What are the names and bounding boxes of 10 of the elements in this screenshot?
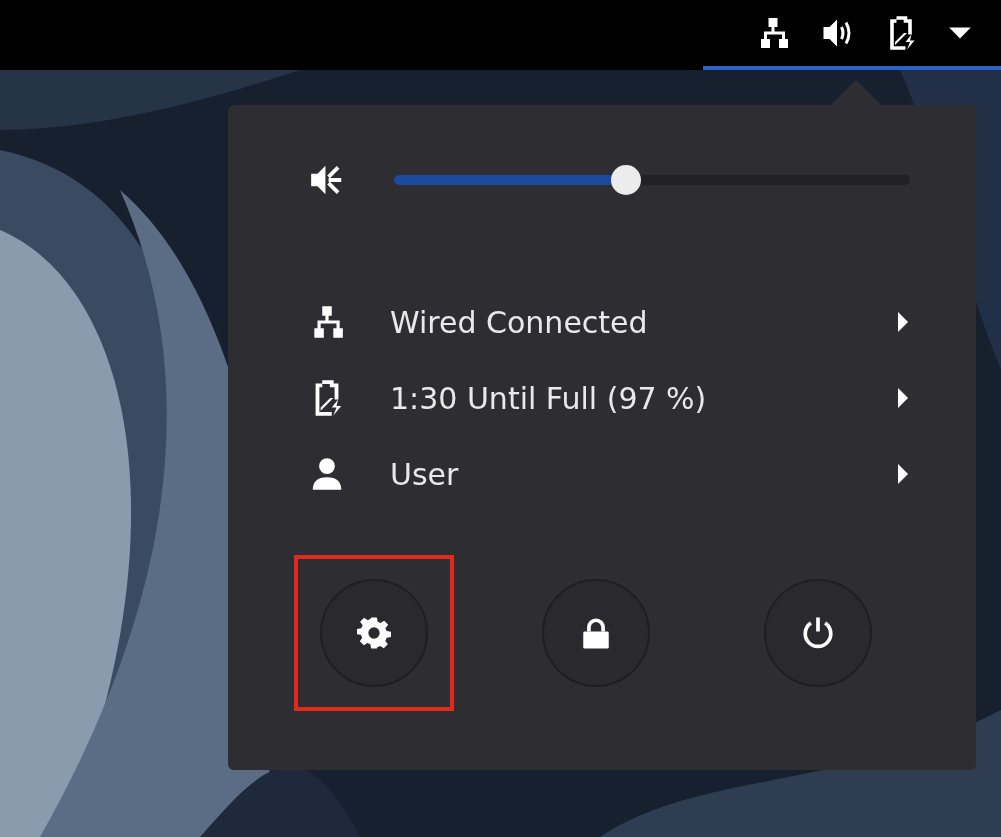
settings-icon <box>357 616 391 650</box>
menu-item-label[interactable]: Wired Connected <box>390 304 896 340</box>
power-icon <box>801 616 835 650</box>
submenu-arrow-icon[interactable] <box>896 462 910 486</box>
submenu-arrow-icon[interactable] <box>896 310 910 334</box>
submenu-arrow-icon[interactable] <box>896 386 910 410</box>
menu-item-label[interactable]: 1:30 Until Full (97 %) <box>390 380 896 416</box>
volume-slider[interactable] <box>394 165 910 195</box>
menu-item-label[interactable]: User <box>390 456 896 492</box>
slider-thumb[interactable] <box>611 165 642 195</box>
